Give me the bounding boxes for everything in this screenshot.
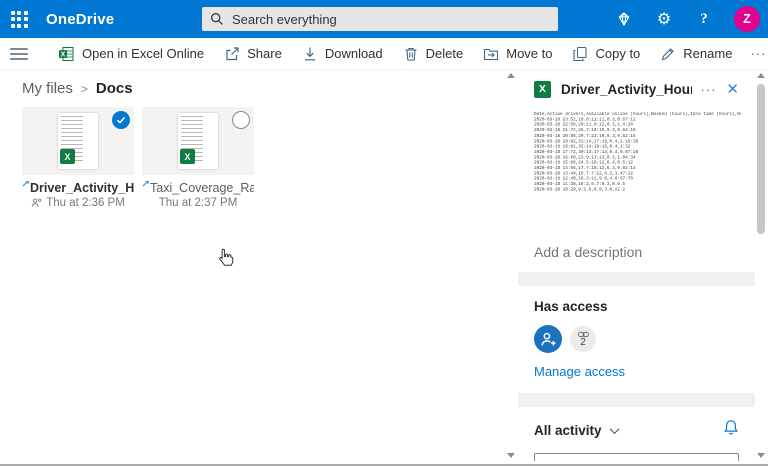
scroll-up-arrow[interactable] (757, 73, 765, 78)
search-input[interactable] (232, 12, 550, 27)
file-tile-taxi-coverage[interactable]: X Taxi_Coverage_Ratio.csv Thu at 2:37 PM (142, 107, 254, 209)
excel-file-icon: X (534, 81, 551, 98)
chevron-down-icon[interactable] (609, 424, 619, 434)
move-to-folder-icon (483, 46, 499, 62)
search-icon (210, 12, 224, 26)
file-timestamp: Thu at 2:37 PM (159, 197, 238, 209)
details-file-title: Driver_Activity_Hour.csv (561, 82, 692, 97)
notifications-bell-icon[interactable] (723, 419, 739, 441)
delete-trash-icon (403, 46, 419, 62)
waffle-icon (11, 11, 28, 28)
excel-file-icon: X (60, 149, 75, 164)
search-box[interactable] (202, 7, 558, 31)
panel-gap (518, 393, 755, 407)
link-count: 2 (580, 338, 586, 348)
command-label: Open in Excel Online (82, 46, 204, 61)
file-meta: Thu at 2:36 PM (22, 197, 134, 209)
app-header: OneDrive ⚙ ? Z (0, 0, 768, 38)
command-toolbar: X Open in Excel Online Share Download (0, 38, 768, 70)
share-button[interactable]: Share (214, 39, 292, 69)
file-name[interactable]: Taxi_Coverage_Ratio.csv (142, 181, 254, 195)
shortcut-arrow-icon (22, 181, 29, 187)
share-icon (224, 46, 240, 62)
details-close-button[interactable]: ✕ (724, 80, 741, 98)
main-scrollbar[interactable] (504, 70, 518, 461)
delete-button[interactable]: Delete (393, 39, 474, 69)
copy-to-button[interactable]: Copy to (562, 39, 650, 69)
app-title: OneDrive (46, 11, 114, 28)
command-label: Copy to (595, 46, 640, 61)
app-launcher-button[interactable] (0, 0, 38, 38)
breadcrumb-separator: > (81, 82, 88, 96)
open-in-excel-button[interactable]: X Open in Excel Online (48, 39, 214, 69)
command-label: Delete (426, 46, 464, 61)
details-panel: X Driver_Activity_Hour.csv ··· ✕ Date,Ac… (518, 70, 755, 461)
has-access-section: Has access 2 Manage acces (518, 286, 755, 393)
file-tiles: X Driver_Activity_Hour.... (0, 107, 505, 209)
move-to-button[interactable]: Move to (473, 39, 562, 69)
file-browser-area: My files > Docs X (0, 70, 505, 464)
csv-preview: Date,Active drivers,Available online (ho… (534, 112, 741, 193)
file-timestamp: Thu at 2:36 PM (46, 197, 125, 209)
mouse-cursor (218, 248, 235, 268)
select-circle[interactable] (232, 111, 250, 129)
scrollbar-thumb[interactable] (757, 84, 765, 234)
activity-filter-dropdown[interactable]: All activity (534, 423, 602, 438)
selected-check-circle[interactable] (112, 111, 130, 129)
command-label: Download (325, 46, 383, 61)
details-header-section: X Driver_Activity_Hour.csv ··· ✕ Date,Ac… (518, 70, 755, 272)
has-access-heading: Has access (534, 299, 739, 314)
scroll-up-arrow[interactable] (507, 73, 515, 78)
breadcrumb-current-folder[interactable]: Docs (96, 80, 133, 97)
onedrive-window: OneDrive ⚙ ? Z (0, 0, 768, 466)
rename-button[interactable]: Rename (650, 39, 742, 69)
premium-diamond-icon[interactable] (614, 9, 634, 29)
comment-input[interactable] (534, 453, 739, 461)
panel-gap (518, 272, 755, 286)
download-button[interactable]: Download (292, 39, 393, 69)
header-actions: ⚙ ? Z (614, 0, 760, 38)
help-icon[interactable]: ? (694, 9, 714, 29)
file-meta: Thu at 2:37 PM (142, 197, 254, 209)
file-thumbnail: X (22, 107, 134, 175)
file-thumbnail: X (142, 107, 254, 175)
file-tile-driver-activity[interactable]: X Driver_Activity_Hour.... (22, 107, 134, 209)
panel-scrollbar[interactable] (754, 70, 768, 461)
activity-section: All activity (518, 407, 755, 461)
excel-file-icon: X (180, 149, 195, 164)
excel-icon: X (58, 46, 75, 62)
details-more-button[interactable]: ··· (692, 82, 724, 97)
manage-access-link[interactable]: Manage access (534, 364, 625, 379)
breadcrumb-my-files[interactable]: My files (22, 80, 73, 97)
account-avatar[interactable]: Z (734, 6, 760, 32)
scroll-down-arrow[interactable] (507, 453, 515, 458)
settings-gear-icon[interactable]: ⚙ (654, 9, 674, 29)
scroll-down-arrow[interactable] (757, 453, 765, 458)
shortcut-arrow-icon (142, 181, 149, 187)
sharing-links-badge[interactable]: 2 (570, 326, 596, 352)
breadcrumb: My files > Docs (0, 70, 505, 105)
download-icon (302, 46, 318, 62)
person-add-icon (540, 331, 557, 348)
copy-to-icon (572, 46, 588, 62)
menu-hamburger-button[interactable] (10, 45, 28, 63)
file-name[interactable]: Driver_Activity_Hour.... (22, 181, 134, 195)
check-icon (116, 115, 126, 125)
command-label: Rename (683, 46, 732, 61)
rename-pencil-icon (660, 46, 676, 62)
shared-person-avatar[interactable] (534, 325, 562, 353)
svg-text:X: X (61, 51, 66, 58)
command-label: Move to (506, 46, 552, 61)
command-label: Share (247, 46, 282, 61)
shared-people-icon (31, 198, 42, 208)
toolbar-overflow-button[interactable]: ··· (742, 46, 768, 61)
description-field[interactable]: Add a description (534, 244, 741, 260)
